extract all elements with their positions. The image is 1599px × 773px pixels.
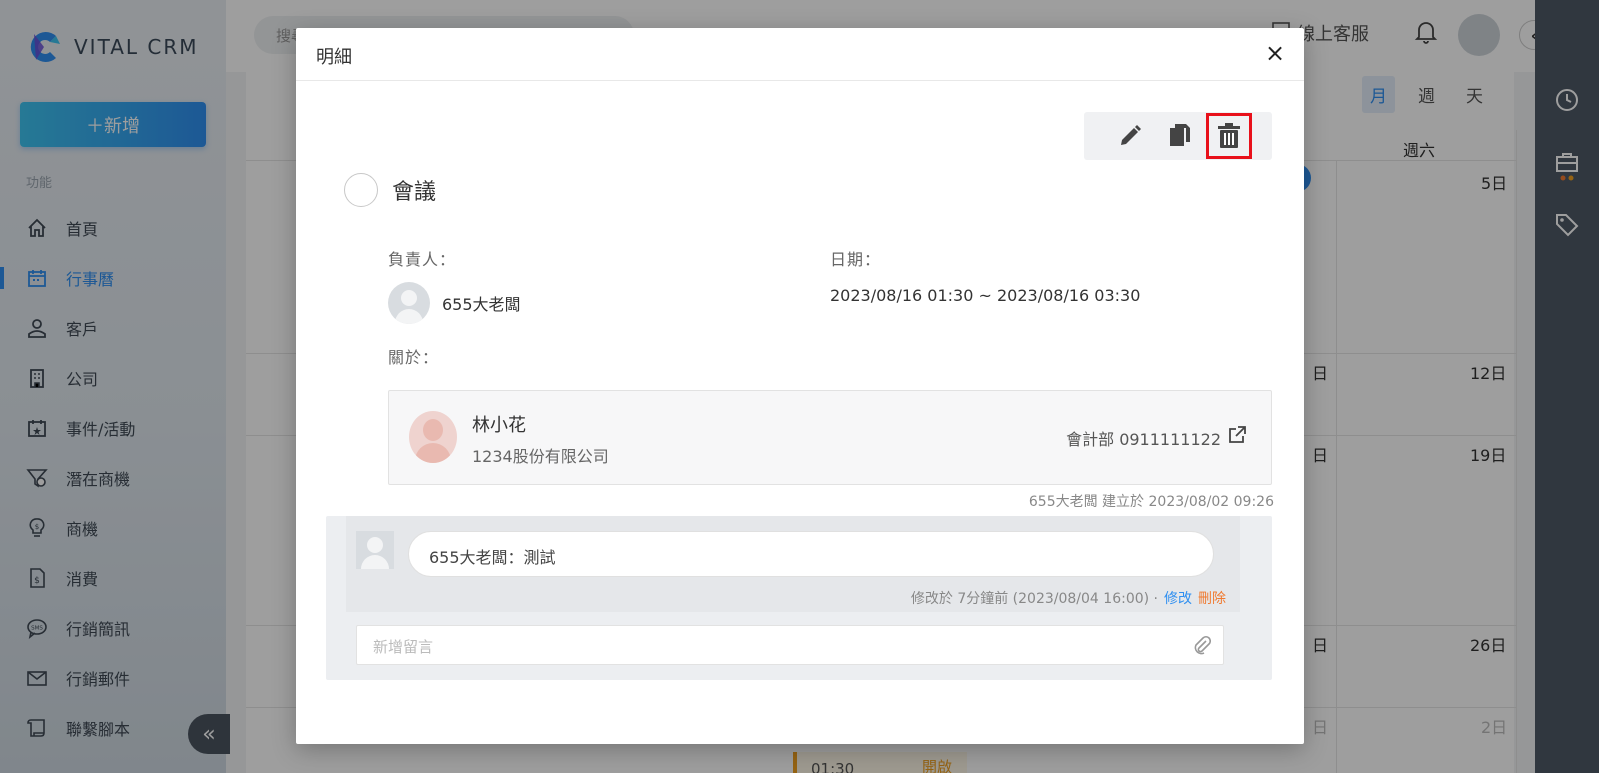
event-title: 會議	[392, 180, 437, 205]
contact-dept-phone: 會計部 0911111122	[1066, 430, 1221, 449]
close-icon[interactable]: ×	[1260, 38, 1290, 68]
copy-icon[interactable]	[1164, 120, 1196, 152]
avatar	[409, 411, 457, 463]
edit-icon[interactable]	[1114, 120, 1146, 152]
action-toolbar	[1084, 112, 1272, 160]
external-link-icon[interactable]	[1227, 425, 1247, 445]
comment-item: 655大老闆：測試 修改於 7分鐘前 (2023/08/04 16:00) · …	[346, 516, 1240, 612]
event-title-row: 會議	[344, 173, 436, 207]
complete-checkbox[interactable]	[344, 173, 378, 207]
detail-modal: 明細 × 會議 負責人： 655大老闆 日期： 2023/08/16 01:30…	[296, 28, 1304, 744]
avatar	[356, 531, 394, 569]
modal-header: 明細 ×	[296, 28, 1304, 81]
about-label: 關於：	[388, 348, 440, 367]
date-label: 日期：	[830, 250, 882, 269]
new-comment-input[interactable]: 新增留言	[356, 625, 1224, 665]
created-meta: 655大老闆 建立於 2023/08/02 09:26	[1028, 494, 1274, 510]
new-comment-placeholder: 新增留言	[373, 638, 434, 656]
comment-timestamp: 修改於 7分鐘前 (2023/08/04 16:00) ·	[910, 591, 1158, 607]
owner-row: 655大老闆	[388, 282, 521, 324]
owner-label: 負責人：	[388, 250, 457, 269]
related-contact-card[interactable]: 林小花 1234股份有限公司 會計部 0911111122	[388, 390, 1272, 485]
date-value: 2023/08/16 01:30 ~ 2023/08/16 03:30	[830, 286, 1141, 305]
trash-icon[interactable]	[1206, 113, 1252, 159]
edit-comment-link[interactable]: 修改	[1164, 588, 1192, 608]
owner-name: 655大老闆	[442, 295, 521, 314]
comments-section: 655大老闆：測試 修改於 7分鐘前 (2023/08/04 16:00) · …	[326, 516, 1272, 680]
comment-text: 655大老闆：測試	[429, 548, 556, 567]
comment-bubble: 655大老闆：測試	[408, 531, 1214, 577]
paperclip-icon[interactable]	[1193, 635, 1212, 655]
contact-company: 1234股份有限公司	[472, 447, 609, 466]
modal-title: 明細	[316, 47, 352, 68]
comment-meta: 修改於 7分鐘前 (2023/08/04 16:00) · 修改 刪除	[911, 588, 1226, 608]
avatar	[388, 282, 430, 324]
delete-comment-link[interactable]: 刪除	[1198, 588, 1226, 608]
contact-name: 林小花	[472, 415, 526, 436]
